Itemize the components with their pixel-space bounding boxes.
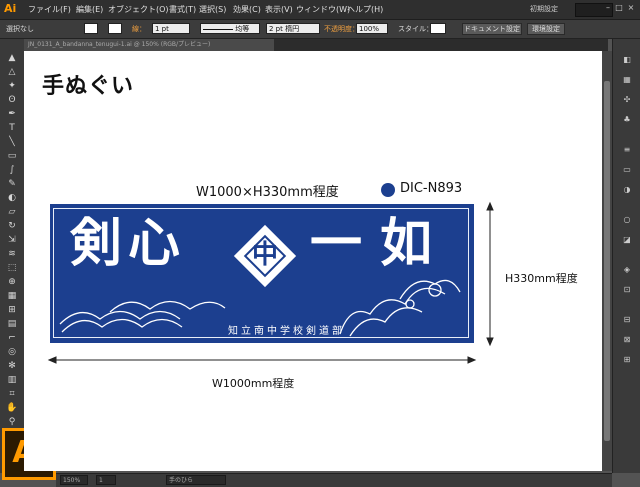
- dimension-lines: [47, 201, 494, 364]
- current-tool: 手のひら: [166, 475, 226, 485]
- artboard-number[interactable]: 1: [96, 475, 116, 485]
- zoom-level[interactable]: 150%: [60, 475, 88, 485]
- height-label: H330mm程度: [505, 272, 578, 285]
- status-bar: 150% 1 手のひら: [56, 473, 612, 487]
- width-label: W1000mm程度: [212, 377, 295, 390]
